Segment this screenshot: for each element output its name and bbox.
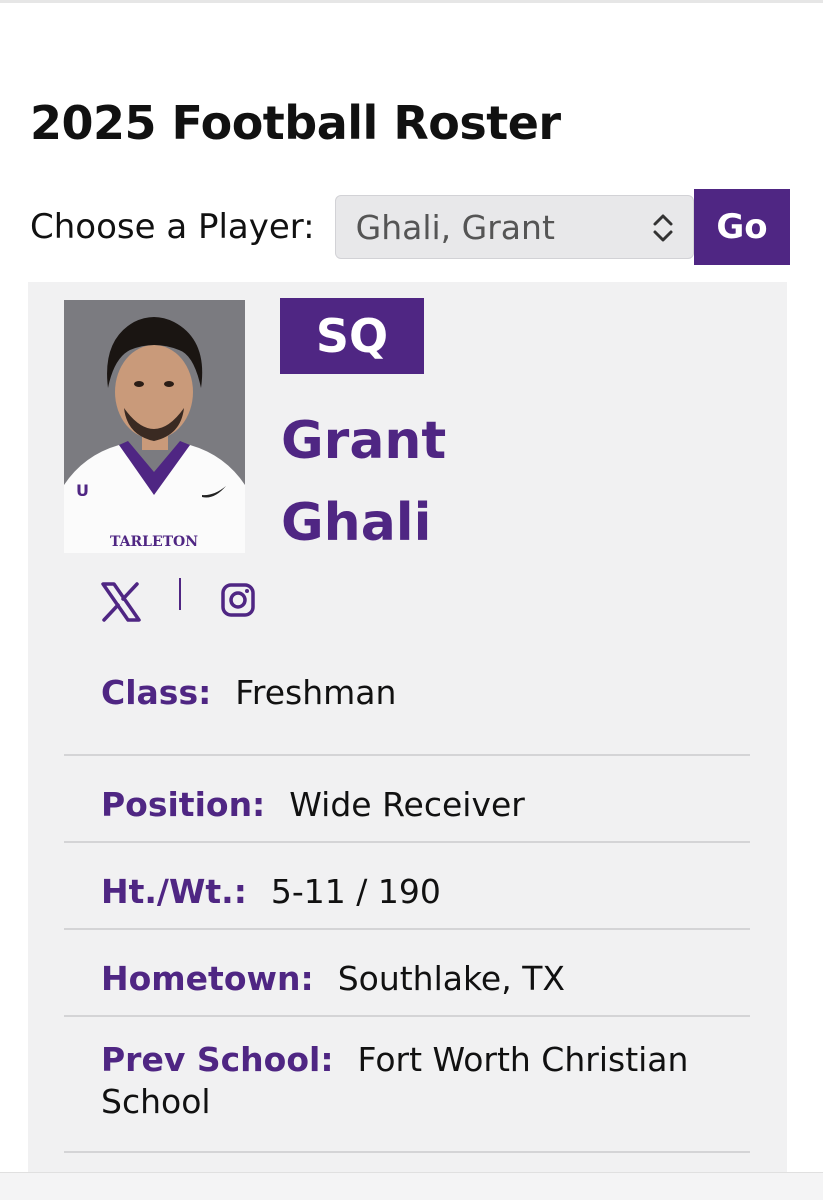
- x-icon[interactable]: [100, 582, 142, 622]
- social-links: [100, 578, 300, 628]
- instagram-icon[interactable]: [220, 582, 256, 618]
- player-first-name: Grant: [281, 411, 447, 471]
- page-title: 2025 Football Roster: [30, 96, 561, 150]
- picker-label: Choose a Player:: [30, 207, 315, 247]
- player-photo: TARLETON U: [64, 300, 245, 553]
- detail-label: Hometown:: [101, 959, 314, 998]
- photo-jersey-text: TARLETON: [110, 534, 198, 550]
- player-select[interactable]: Ghali, Grant: [334, 195, 694, 259]
- svg-text:U: U: [76, 481, 89, 500]
- detail-row-prev-school: Prev School: Fort Worth Christian School: [64, 1017, 750, 1153]
- player-picker: Choose a Player: Ghali, Grant Go: [30, 189, 790, 265]
- bottom-bar: [0, 1172, 823, 1200]
- detail-row-position: Position: Wide Receiver: [64, 756, 750, 843]
- jersey-badge: SQ: [280, 298, 424, 374]
- detail-label: Position:: [101, 785, 266, 824]
- go-button[interactable]: Go: [693, 189, 790, 265]
- detail-row-height-weight: Ht./Wt.: 5-11 / 190: [64, 843, 750, 930]
- detail-label: Prev School:: [101, 1040, 334, 1079]
- detail-label: Ht./Wt.:: [101, 872, 247, 911]
- player-details: Class: Freshman Position: Wide Receiver Ht…: [64, 662, 750, 1153]
- detail-value: Southlake, TX: [337, 959, 565, 998]
- top-divider: [0, 0, 823, 3]
- detail-value: 5-11 / 190: [270, 872, 441, 911]
- detail-value: Freshman: [235, 673, 397, 712]
- detail-row-hometown: Hometown: Southlake, TX: [64, 930, 750, 1017]
- social-divider: [179, 578, 181, 610]
- select-updown-icon: [653, 214, 673, 242]
- player-card: TARLETON U SQ Grant Ghali Class: Freshman…: [28, 282, 787, 1182]
- player-select-value: Ghali, Grant: [355, 207, 555, 247]
- detail-value: Wide Receiver: [289, 785, 525, 824]
- detail-row-class: Class: Freshman: [64, 662, 750, 756]
- player-name: Grant Ghali: [281, 400, 446, 564]
- detail-label: Class:: [101, 673, 212, 712]
- player-last-name: Ghali: [281, 493, 432, 553]
